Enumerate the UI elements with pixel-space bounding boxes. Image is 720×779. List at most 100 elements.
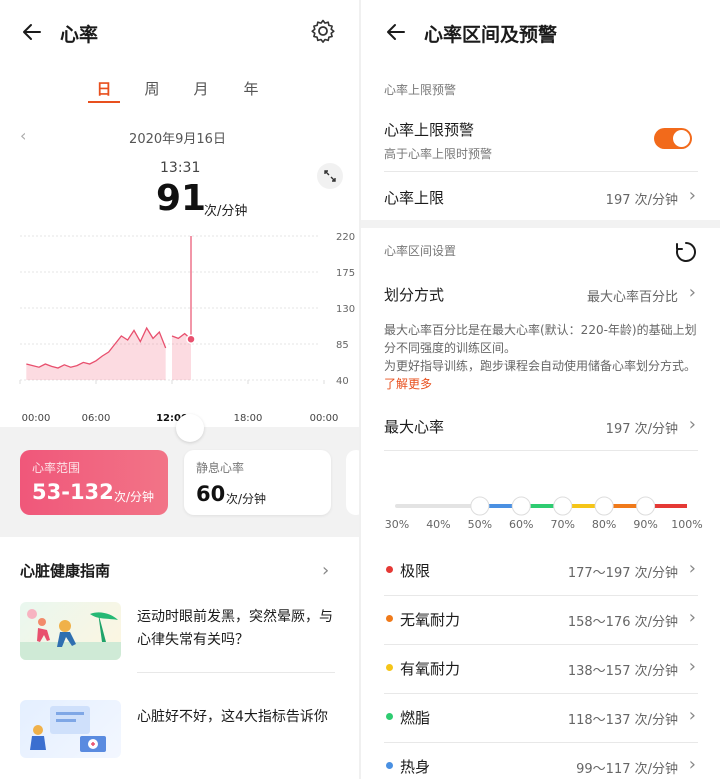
max-hr-label: 最大心率 <box>384 418 445 436</box>
divider <box>384 171 698 172</box>
zone-value: 158～176 次/分钟 <box>567 615 678 630</box>
method-value: 最大心率百分比 <box>586 290 678 305</box>
guide-chevron-icon[interactable]: › <box>322 560 329 581</box>
toggle-knob <box>673 130 690 147</box>
divider <box>384 595 698 596</box>
chevron-right-icon: › <box>688 656 696 677</box>
zone-row[interactable]: 极限 177～197 次/分钟 › <box>384 552 698 596</box>
article-title: 心脏好不好，这4大指标告诉你 <box>137 709 328 725</box>
zone-row[interactable]: 燃脂 118～137 次/分钟 › <box>384 699 698 743</box>
tab-day[interactable]: 日 <box>84 78 124 99</box>
tab-month[interactable]: 月 <box>181 78 221 99</box>
percent-label: 90% <box>633 518 657 531</box>
range-card-label: 心率范围 <box>32 461 81 475</box>
range-card[interactable]: 心率范围 53-132 次/分钟 <box>20 450 168 515</box>
divider <box>384 450 698 451</box>
resting-card-unit: 次/分钟 <box>226 492 267 506</box>
percent-label: 100% <box>671 518 702 531</box>
slider-handle[interactable] <box>511 496 531 516</box>
alert-toggle-desc: 高于心率上限时预警 <box>384 147 493 161</box>
slider-handle[interactable] <box>594 496 614 516</box>
zone-label: 燃脂 <box>400 709 431 727</box>
guide-title: 心脏健康指南 <box>20 562 111 580</box>
expand-icon[interactable] <box>317 163 343 189</box>
percent-label: 70% <box>550 518 574 531</box>
current-heart-rate: 91 <box>156 178 207 219</box>
limit-value: 197 次/分钟 <box>605 193 678 208</box>
heart-rate-zones-screen: 心率区间及预警 心率上限预警 心率上限预警 高于心率上限时预警 心率上限 197… <box>361 0 720 779</box>
zone-value: 118～137 次/分钟 <box>567 713 678 728</box>
zone-row[interactable]: 热身 99～117 次/分钟 › <box>384 748 698 779</box>
chevron-right-icon: › <box>688 754 696 775</box>
heart-rate-chart[interactable]: 220175130854000:00 06:00 12:00 18:00 00:00 <box>0 222 359 432</box>
section-header-zones: 心率区间设置 <box>384 244 457 258</box>
gear-icon[interactable] <box>310 18 336 48</box>
zone-slider[interactable]: 30% 40% 50% 60% 70% 80% 90% 100% <box>384 492 704 536</box>
range-card-value: 53-132 <box>32 480 114 504</box>
divider <box>137 672 335 673</box>
y-tick-label: 40 <box>336 376 349 387</box>
alert-toggle-switch[interactable] <box>654 128 692 149</box>
method-row[interactable]: 划分方式 最大心率百分比 › <box>384 276 698 312</box>
chevron-right-icon: › <box>688 414 696 435</box>
article-item[interactable]: 运动时眼前发黑，突然晕厥，与心律失常有关吗？ <box>20 602 335 672</box>
chevron-right-icon: › <box>688 558 696 579</box>
back-arrow-icon[interactable] <box>20 20 44 44</box>
x-tick-label: 00:00 <box>310 413 339 424</box>
next-card-peek[interactable] <box>346 450 359 515</box>
divider <box>384 742 698 743</box>
divider <box>384 644 698 645</box>
resting-card[interactable]: 静息心率 60 次/分钟 <box>184 450 331 515</box>
zone-value: 138～157 次/分钟 <box>567 664 678 679</box>
zone-value: 99～117 次/分钟 <box>576 762 678 777</box>
resting-card-value: 60 <box>196 482 226 506</box>
back-arrow-icon[interactable] <box>384 20 408 44</box>
max-hr-row[interactable]: 最大心率 197 次/分钟 › <box>384 408 698 444</box>
zone-color-dot <box>386 566 393 573</box>
selected-time: 13:31 <box>160 160 201 176</box>
percent-label: 80% <box>592 518 616 531</box>
limit-row[interactable]: 心率上限 197 次/分钟 › <box>384 180 698 216</box>
slider-handle[interactable] <box>636 496 656 516</box>
percent-label: 50% <box>468 518 492 531</box>
zone-color-dot <box>386 762 393 769</box>
x-tick-label: 18:00 <box>234 413 263 424</box>
tab-year[interactable]: 年 <box>231 78 271 99</box>
y-tick-label: 220 <box>336 232 355 243</box>
divider <box>384 693 698 694</box>
y-tick-label: 130 <box>336 304 355 315</box>
section-header-alert: 心率上限预警 <box>384 83 457 97</box>
limit-label: 心率上限 <box>384 189 445 207</box>
date-label: 2020年9月16日 <box>129 132 226 147</box>
tab-week[interactable]: 周 <box>132 78 172 99</box>
range-card-unit: 次/分钟 <box>114 490 155 504</box>
slider-handle[interactable] <box>553 496 573 516</box>
percent-label: 60% <box>509 518 533 531</box>
article-thumbnail-exercise <box>20 602 121 660</box>
x-tick-label: 00:00 <box>22 413 51 424</box>
percent-label: 30% <box>385 518 409 531</box>
method-label: 划分方式 <box>384 286 445 304</box>
tab-indicator <box>88 101 120 103</box>
slider-handle[interactable] <box>470 496 490 516</box>
y-tick-label: 175 <box>336 268 355 279</box>
zone-color-dot <box>386 664 393 671</box>
section-gap <box>361 220 720 228</box>
zone-color-dot <box>386 713 393 720</box>
max-hr-value: 197 次/分钟 <box>605 422 678 437</box>
zone-row[interactable]: 无氧耐力 158～176 次/分钟 › <box>384 601 698 645</box>
series-segment-fill <box>26 328 166 380</box>
heart-rate-screen: 心率 日 周 月 年 ‹ 2020年9月16日 13:31 91 次/分钟 22… <box>0 0 359 779</box>
article-item[interactable]: 心脏好不好，这4大指标告诉你 <box>20 700 335 770</box>
chart-scrubber-handle[interactable] <box>176 414 204 442</box>
resting-card-label: 静息心率 <box>196 461 245 475</box>
zone-label: 极限 <box>400 562 431 580</box>
page-title: 心率 <box>60 24 99 46</box>
alert-toggle-label: 心率上限预警 <box>384 121 475 139</box>
current-heart-rate-unit: 次/分钟 <box>204 204 248 219</box>
zone-label: 有氧耐力 <box>400 660 461 678</box>
method-description: 最大心率百分比是在最大心率(默认：220-年龄)的基础上划分不同强度的训练区间。… <box>384 321 698 393</box>
learn-more-link[interactable]: 了解更多 <box>384 377 432 391</box>
reset-icon[interactable] <box>674 240 698 268</box>
zone-row[interactable]: 有氧耐力 138～157 次/分钟 › <box>384 650 698 694</box>
